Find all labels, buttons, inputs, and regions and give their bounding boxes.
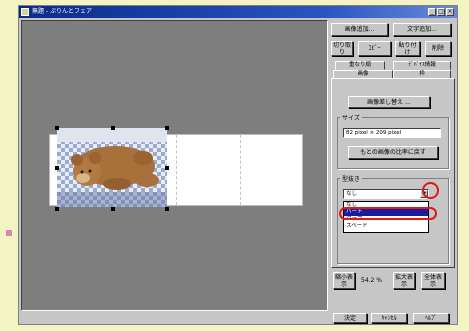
panel-divider	[176, 135, 177, 205]
banner-page[interactable]	[49, 126, 303, 211]
size-label: サイズ	[340, 113, 362, 122]
teddy-bear-photo[interactable]	[57, 128, 167, 207]
copy-button[interactable]: ｺﾋﾟｰ	[358, 41, 391, 56]
size-group: サイズ 82 pixel × 209 pixel もとの画像の比率に戻す	[337, 113, 449, 169]
zoom-level: 54.2 %	[361, 277, 382, 284]
size-value-field: 82 pixel × 209 pixel	[343, 128, 441, 138]
crop-label: 型抜き	[340, 174, 363, 183]
teddy-bear-image	[57, 128, 167, 207]
resize-handle[interactable]	[111, 126, 115, 130]
paste-button[interactable]: 貼り付け	[395, 41, 420, 56]
ok-button[interactable]: 決定	[333, 313, 367, 323]
red-highlight-oval	[339, 207, 437, 220]
zoom-in-button[interactable]: 拡大表示	[393, 272, 415, 289]
resize-handle[interactable]	[111, 207, 115, 211]
replace-image-button[interactable]: 画像差し替え ...	[348, 96, 430, 108]
maximize-button[interactable]: □	[437, 8, 445, 16]
footer-bar: 決定 ｷｬﾝｾﾙ ﾍﾙﾌﾟ	[21, 313, 455, 324]
help-button[interactable]: ﾍﾙﾌﾟ	[413, 313, 449, 323]
design-canvas[interactable]	[21, 20, 328, 311]
add-image-button[interactable]: 画像追加...	[331, 23, 388, 36]
minimize-button[interactable]: _	[428, 8, 436, 16]
app-window: 無題 - ぷりんとフェア _ □ × 画像追加... 文字追加... 切り取り …	[18, 5, 458, 325]
red-highlight-circle	[422, 182, 439, 199]
resize-handle[interactable]	[165, 207, 169, 211]
crop-group: 型抜き なし ▼ なし ハート クラブ スペード	[337, 174, 449, 264]
resize-handle[interactable]	[55, 166, 59, 170]
panel-divider	[240, 135, 241, 205]
image-tab-content: 画像差し替え ... サイズ 82 pixel × 209 pixel もとの画…	[331, 78, 455, 268]
tab-overlap[interactable]: 重なり順	[335, 61, 385, 70]
resize-handle[interactable]	[165, 166, 169, 170]
screenshot-page: 無題 - ぷりんとフェア _ □ × 画像追加... 文字追加... 切り取り …	[0, 0, 469, 331]
crop-option[interactable]: スペード	[344, 223, 428, 230]
resize-handle[interactable]	[165, 126, 169, 130]
restore-ratio-button[interactable]: もとの画像の比率に戻す	[348, 146, 438, 159]
tab-device-info[interactable]: ﾃﾞﾊﾞｲｽ情報	[393, 61, 451, 70]
add-text-button[interactable]: 文字追加...	[393, 23, 451, 36]
zoom-out-button[interactable]: 縮小表示	[333, 272, 355, 289]
cancel-button[interactable]: ｷｬﾝｾﾙ	[371, 313, 407, 323]
crop-shape-dropdown[interactable]: なし ▼	[343, 189, 429, 199]
cut-button[interactable]: 切り取り	[331, 41, 353, 56]
window-title: 無題 - ぷりんとフェア	[32, 8, 92, 15]
title-bar[interactable]: 無題 - ぷりんとフェア _ □ ×	[19, 6, 457, 18]
window-controls: _ □ ×	[428, 8, 454, 16]
resize-handle[interactable]	[55, 207, 59, 211]
resize-handle[interactable]	[55, 126, 59, 130]
fit-all-button[interactable]: 全体表示	[421, 272, 445, 289]
delete-button[interactable]: 削除	[425, 41, 451, 56]
properties-panel: 画像追加... 文字追加... 切り取り ｺﾋﾟｰ 貼り付け 削除 重なり順 ﾃ…	[331, 20, 455, 311]
crop-selected-value: なし	[346, 191, 358, 197]
pink-bullet-marker	[6, 230, 12, 236]
app-icon	[21, 8, 29, 16]
close-button[interactable]: ×	[446, 8, 454, 16]
